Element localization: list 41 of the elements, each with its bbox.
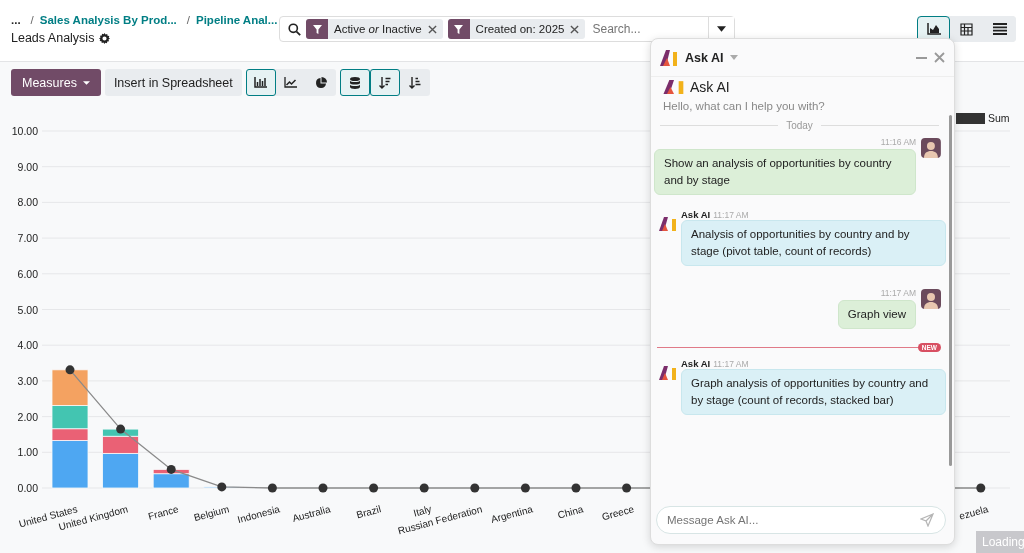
user-message: Graph view <box>837 300 916 329</box>
assistant-message: Analysis of opportunities by country and by stage (pivot table, count of records) <box>681 220 946 266</box>
x-axis-label: Indonesia <box>236 503 281 526</box>
y-axis-label: 1.00 <box>17 446 38 459</box>
y-axis-label: 6.00 <box>17 267 38 280</box>
legend-label: Sum <box>988 112 1010 124</box>
breadcrumb-separator: / <box>30 14 34 26</box>
y-axis-label: 0.00 <box>17 482 38 494</box>
x-axis-label: Belgium <box>192 503 231 524</box>
y-axis-label: 4.00 <box>17 339 38 352</box>
intro-title: Ask AI <box>690 79 730 95</box>
date-separator: Today <box>786 120 813 131</box>
message-author: Ask AI <box>681 209 711 220</box>
x-axis-label: Australia <box>291 503 332 524</box>
y-axis-label: 2.00 <box>17 410 38 423</box>
assistant-message: Graph analysis of opportunities by country and by stage (count of records, stacked bar) <box>681 369 946 415</box>
x-axis-label: Argentina <box>489 503 534 525</box>
user-message: Show an analysis of opportunities by country and by stage <box>654 149 917 195</box>
x-axis-label: Brazil <box>355 503 383 521</box>
y-axis-label: 10.00 <box>11 125 38 137</box>
x-axis-label: Greece <box>600 503 636 523</box>
y-axis-label: 7.00 <box>17 232 38 245</box>
page-title: Leads Analysis <box>11 31 95 45</box>
intro-text: Hello, what can I help you with? <box>663 100 826 112</box>
breadcrumb-separator: / <box>186 14 190 26</box>
message-time: 11:16 AM <box>880 137 917 147</box>
x-axis-label: ezuela <box>958 503 990 522</box>
message-time: 11:17 AM <box>713 210 749 220</box>
facet-label: Created on: 2025 <box>475 23 565 35</box>
message-time: 11:17 AM <box>880 288 916 298</box>
chat-title: Ask AI <box>685 50 724 65</box>
y-axis-label: 9.00 <box>17 160 38 173</box>
y-axis-label: 3.00 <box>17 374 38 387</box>
facet-label: Active or Inactive <box>334 23 422 35</box>
x-axis-label: China <box>556 503 585 521</box>
x-axis-label: Italy <box>412 503 433 519</box>
y-axis-label: 5.00 <box>17 303 38 316</box>
x-axis-label: France <box>146 503 180 522</box>
message-author: Ask AI <box>681 358 711 369</box>
y-axis-label: 8.00 <box>17 196 38 209</box>
message-time: 11:17 AM <box>713 359 749 369</box>
